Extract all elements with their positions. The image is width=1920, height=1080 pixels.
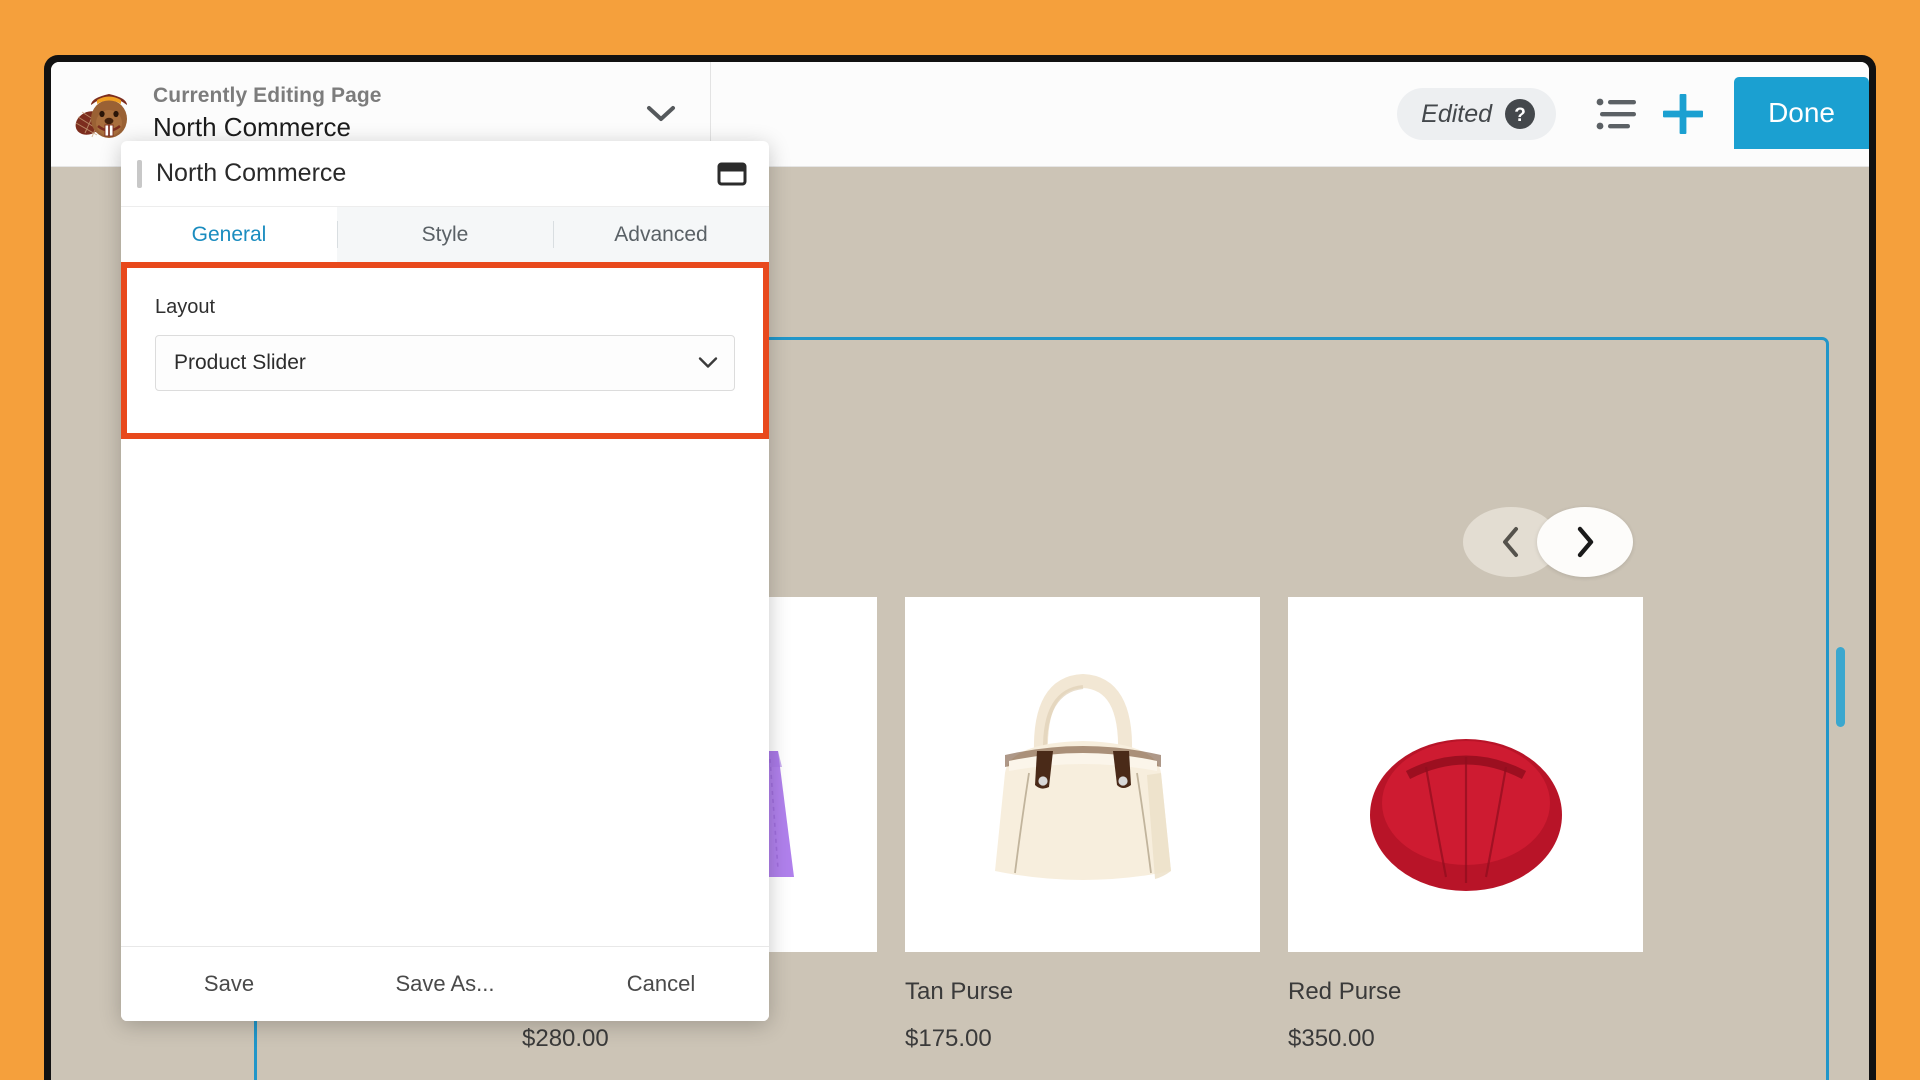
- status-badge[interactable]: Edited ?: [1397, 88, 1556, 140]
- layout-field-group: Layout Product Slider: [127, 268, 763, 433]
- slider-navigation: [1463, 507, 1633, 577]
- slider-next-button[interactable]: [1537, 507, 1633, 577]
- layout-select[interactable]: Product Slider: [155, 335, 735, 391]
- beaver-logo-icon: [73, 83, 135, 145]
- product-image: [1288, 597, 1643, 952]
- layout-select-value: Product Slider: [174, 351, 306, 375]
- product-price: $175.00: [905, 1025, 1260, 1053]
- toolbar-actions: Edited ?: [1397, 62, 1869, 166]
- tab-general[interactable]: General: [121, 207, 337, 262]
- product-title: Tan Purse: [905, 978, 1260, 1006]
- product-card[interactable]: Tan Purse $175.00: [905, 597, 1260, 1053]
- module-settings-panel: North Commerce General Style Advanced La…: [121, 141, 769, 1021]
- settings-panel-body: [121, 439, 769, 946]
- panel-drag-handle[interactable]: [137, 160, 142, 188]
- settings-panel-footer: Save Save As... Cancel: [121, 946, 769, 1021]
- settings-panel-header[interactable]: North Commerce: [121, 141, 769, 207]
- tab-advanced[interactable]: Advanced: [553, 207, 769, 262]
- help-circle-icon[interactable]: ?: [1504, 98, 1536, 130]
- svg-text:?: ?: [1514, 105, 1526, 126]
- edited-status-label: Edited: [1421, 100, 1492, 129]
- product-image: [905, 597, 1260, 952]
- layout-field-highlight: Layout Product Slider: [121, 262, 769, 439]
- product-price: $350.00: [1288, 1025, 1643, 1053]
- minimize-window-icon: [717, 161, 747, 187]
- chevron-down-icon: [698, 357, 718, 370]
- red-purse-image: [1316, 625, 1616, 925]
- editing-eyebrow-label: Currently Editing Page: [153, 83, 620, 109]
- chevron-down-icon: [646, 105, 676, 123]
- add-module-button[interactable]: [1650, 81, 1716, 147]
- outline-panel-button[interactable]: [1584, 81, 1650, 147]
- product-card[interactable]: Red Purse $350.00: [1288, 597, 1643, 1053]
- editor-viewport: Currently Editing Page North Commerce Ed…: [51, 62, 1869, 1080]
- save-as-button[interactable]: Save As...: [337, 971, 553, 997]
- browser-window-frame: Currently Editing Page North Commerce Ed…: [44, 55, 1876, 1080]
- settings-panel-title: North Commerce: [156, 159, 717, 188]
- toolbar-spacer: [711, 62, 1397, 166]
- page-meta: Currently Editing Page North Commerce: [153, 83, 620, 145]
- chevron-left-icon: [1498, 525, 1524, 559]
- product-title: Red Purse: [1288, 978, 1643, 1006]
- tan-purse-image: [933, 625, 1233, 925]
- outline-list-icon: [1595, 96, 1639, 132]
- done-button[interactable]: Done: [1734, 77, 1869, 149]
- cancel-button[interactable]: Cancel: [553, 971, 769, 997]
- page-title: North Commerce: [153, 111, 620, 145]
- settings-tabs: General Style Advanced: [121, 207, 769, 262]
- chevron-right-icon: [1572, 525, 1598, 559]
- layout-field-label: Layout: [155, 296, 735, 319]
- preview-scrollbar[interactable]: [1836, 167, 1845, 1080]
- tab-style[interactable]: Style: [337, 207, 553, 262]
- panel-minimize-button[interactable]: [717, 161, 747, 187]
- page-dropdown-toggle[interactable]: [638, 91, 684, 137]
- product-price: $280.00: [522, 1025, 877, 1053]
- plus-icon: [1660, 91, 1706, 137]
- save-button[interactable]: Save: [121, 971, 337, 997]
- scrollbar-thumb[interactable]: [1836, 647, 1845, 727]
